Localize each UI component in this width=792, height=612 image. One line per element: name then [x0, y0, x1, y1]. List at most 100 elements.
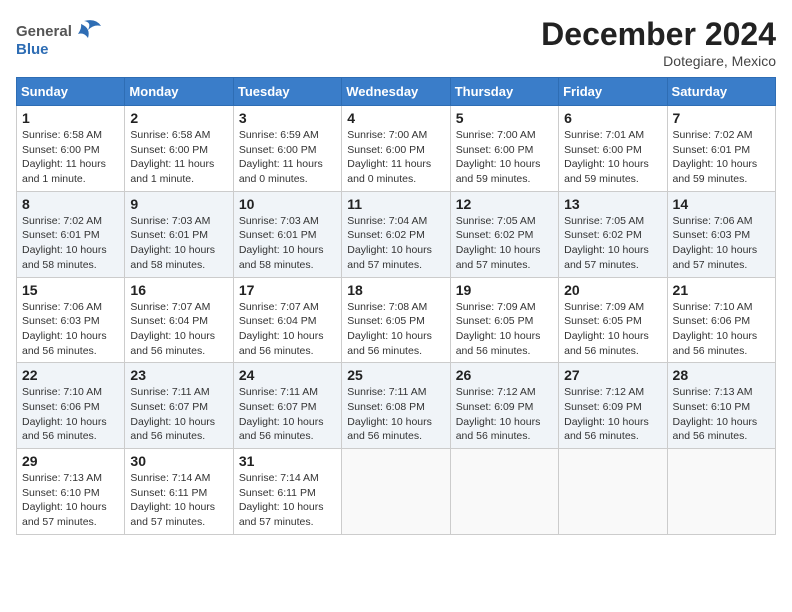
day-info: Sunrise: 7:12 AMSunset: 6:09 PMDaylight:… [456, 385, 553, 444]
calendar-day-cell: 7 Sunrise: 7:02 AMSunset: 6:01 PMDaylight… [667, 106, 775, 192]
day-info: Sunrise: 7:13 AMSunset: 6:10 PMDaylight:… [673, 385, 770, 444]
calendar-day-cell: 10Sunrise: 7:03 AMSunset: 6:01 PMDayligh… [233, 191, 341, 277]
day-info: Sunrise: 7:12 AMSunset: 6:09 PMDaylight:… [564, 385, 661, 444]
day-info: Sunrise: 7:13 AMSunset: 6:10 PMDaylight:… [22, 471, 119, 530]
day-info: Sunrise: 7:03 AMSunset: 6:01 PMDaylight:… [130, 214, 227, 273]
calendar-day-cell: 30 Sunrise: 7:14 AMSunset: 6:11 PMDayligh… [125, 449, 233, 535]
day-number: 30 [130, 453, 227, 469]
day-number: 12 [456, 196, 553, 212]
day-number: 21 [673, 282, 770, 298]
day-number: 23 [130, 367, 227, 383]
calendar-day-cell: 2Sunrise: 6:58 AMSunset: 6:00 PMDaylight… [125, 106, 233, 192]
calendar-day-cell: 3 Sunrise: 6:59 AMSunset: 6:00 PMDaylight… [233, 106, 341, 192]
calendar-day-cell: 17 Sunrise: 7:07 AMSunset: 6:04 PMDayligh… [233, 277, 341, 363]
day-number: 5 [456, 110, 553, 126]
calendar-week-row: 1 Sunrise: 6:58 AMSunset: 6:00 PMDaylight… [17, 106, 776, 192]
calendar-day-cell: 5Sunrise: 7:00 AMSunset: 6:00 PMDaylight… [450, 106, 558, 192]
day-info: Sunrise: 7:10 AMSunset: 6:06 PMDaylight:… [22, 385, 119, 444]
calendar-empty-cell [342, 449, 450, 535]
day-info: Sunrise: 7:07 AMSunset: 6:04 PMDaylight:… [130, 300, 227, 359]
day-of-week-header: Wednesday [342, 78, 450, 106]
calendar-day-cell: 27 Sunrise: 7:12 AMSunset: 6:09 PMDayligh… [559, 363, 667, 449]
day-info: Sunrise: 7:09 AMSunset: 6:05 PMDaylight:… [456, 300, 553, 359]
logo: General Blue [16, 16, 106, 66]
page-header: General Blue December 2024 Dotegiare, Me… [16, 16, 776, 69]
day-info: Sunrise: 7:05 AMSunset: 6:02 PMDaylight:… [564, 214, 661, 273]
calendar-week-row: 29 Sunrise: 7:13 AMSunset: 6:10 PMDayligh… [17, 449, 776, 535]
day-info: Sunrise: 7:14 AMSunset: 6:11 PMDaylight:… [130, 471, 227, 530]
day-info: Sunrise: 7:06 AMSunset: 6:03 PMDaylight:… [673, 214, 770, 273]
day-number: 4 [347, 110, 444, 126]
calendar-empty-cell [667, 449, 775, 535]
day-of-week-header: Thursday [450, 78, 558, 106]
day-number: 1 [22, 110, 119, 126]
calendar-day-cell: 15Sunrise: 7:06 AMSunset: 6:03 PMDayligh… [17, 277, 125, 363]
calendar-day-cell: 8Sunrise: 7:02 AMSunset: 6:01 PMDaylight… [17, 191, 125, 277]
title-area: December 2024 Dotegiare, Mexico [541, 16, 776, 69]
calendar-day-cell: 20Sunrise: 7:09 AMSunset: 6:05 PMDayligh… [559, 277, 667, 363]
calendar-day-cell: 24Sunrise: 7:11 AMSunset: 6:07 PMDayligh… [233, 363, 341, 449]
calendar-empty-cell [559, 449, 667, 535]
day-info: Sunrise: 7:05 AMSunset: 6:02 PMDaylight:… [456, 214, 553, 273]
day-number: 28 [673, 367, 770, 383]
day-number: 27 [564, 367, 661, 383]
day-number: 13 [564, 196, 661, 212]
day-info: Sunrise: 7:04 AMSunset: 6:02 PMDaylight:… [347, 214, 444, 273]
day-number: 14 [673, 196, 770, 212]
calendar-table: SundayMondayTuesdayWednesdayThursdayFrid… [16, 77, 776, 535]
calendar-day-cell: 29 Sunrise: 7:13 AMSunset: 6:10 PMDayligh… [17, 449, 125, 535]
day-of-week-header: Friday [559, 78, 667, 106]
day-number: 6 [564, 110, 661, 126]
day-info: Sunrise: 7:03 AMSunset: 6:01 PMDaylight:… [239, 214, 336, 273]
calendar-empty-cell [450, 449, 558, 535]
day-info: Sunrise: 7:10 AMSunset: 6:06 PMDaylight:… [673, 300, 770, 359]
day-number: 3 [239, 110, 336, 126]
calendar-day-cell: 16 Sunrise: 7:07 AMSunset: 6:04 PMDayligh… [125, 277, 233, 363]
day-number: 29 [22, 453, 119, 469]
day-number: 19 [456, 282, 553, 298]
calendar-day-cell: 28 Sunrise: 7:13 AMSunset: 6:10 PMDayligh… [667, 363, 775, 449]
day-number: 25 [347, 367, 444, 383]
day-number: 7 [673, 110, 770, 126]
day-info: Sunrise: 7:07 AMSunset: 6:04 PMDaylight:… [239, 300, 336, 359]
svg-text:Blue: Blue [16, 41, 49, 58]
calendar-day-cell: 1 Sunrise: 6:58 AMSunset: 6:00 PMDaylight… [17, 106, 125, 192]
calendar-day-cell: 23 Sunrise: 7:11 AMSunset: 6:07 PMDayligh… [125, 363, 233, 449]
calendar-week-row: 15Sunrise: 7:06 AMSunset: 6:03 PMDayligh… [17, 277, 776, 363]
calendar-header: SundayMondayTuesdayWednesdayThursdayFrid… [17, 78, 776, 106]
day-number: 22 [22, 367, 119, 383]
day-info: Sunrise: 6:59 AMSunset: 6:00 PMDaylight:… [239, 128, 336, 187]
month-title: December 2024 [541, 16, 776, 53]
day-number: 31 [239, 453, 336, 469]
day-info: Sunrise: 7:11 AMSunset: 6:07 PMDaylight:… [130, 385, 227, 444]
calendar-day-cell: 18Sunrise: 7:08 AMSunset: 6:05 PMDayligh… [342, 277, 450, 363]
calendar-day-cell: 22 Sunrise: 7:10 AMSunset: 6:06 PMDayligh… [17, 363, 125, 449]
day-info: Sunrise: 7:01 AMSunset: 6:00 PMDaylight:… [564, 128, 661, 187]
day-info: Sunrise: 6:58 AMSunset: 6:00 PMDaylight:… [130, 128, 227, 187]
calendar-day-cell: 11 Sunrise: 7:04 AMSunset: 6:02 PMDayligh… [342, 191, 450, 277]
day-number: 11 [347, 196, 444, 212]
day-of-week-header: Sunday [17, 78, 125, 106]
calendar-day-cell: 21 Sunrise: 7:10 AMSunset: 6:06 PMDayligh… [667, 277, 775, 363]
calendar-day-cell: 4Sunrise: 7:00 AMSunset: 6:00 PMDaylight… [342, 106, 450, 192]
calendar-day-cell: 25Sunrise: 7:11 AMSunset: 6:08 PMDayligh… [342, 363, 450, 449]
day-number: 9 [130, 196, 227, 212]
day-info: Sunrise: 7:08 AMSunset: 6:05 PMDaylight:… [347, 300, 444, 359]
day-info: Sunrise: 7:02 AMSunset: 6:01 PMDaylight:… [673, 128, 770, 187]
day-info: Sunrise: 7:02 AMSunset: 6:01 PMDaylight:… [22, 214, 119, 273]
day-of-week-header: Monday [125, 78, 233, 106]
day-number: 16 [130, 282, 227, 298]
day-info: Sunrise: 7:09 AMSunset: 6:05 PMDaylight:… [564, 300, 661, 359]
calendar-week-row: 22 Sunrise: 7:10 AMSunset: 6:06 PMDayligh… [17, 363, 776, 449]
day-number: 15 [22, 282, 119, 298]
calendar-day-cell: 31 Sunrise: 7:14 AMSunset: 6:11 PMDayligh… [233, 449, 341, 535]
day-info: Sunrise: 7:14 AMSunset: 6:11 PMDaylight:… [239, 471, 336, 530]
day-number: 24 [239, 367, 336, 383]
day-info: Sunrise: 6:58 AMSunset: 6:00 PMDaylight:… [22, 128, 119, 187]
day-number: 17 [239, 282, 336, 298]
day-of-week-header: Saturday [667, 78, 775, 106]
calendar-day-cell: 12 Sunrise: 7:05 AMSunset: 6:02 PMDayligh… [450, 191, 558, 277]
calendar-day-cell: 13 Sunrise: 7:05 AMSunset: 6:02 PMDayligh… [559, 191, 667, 277]
day-number: 26 [456, 367, 553, 383]
calendar-day-cell: 14 Sunrise: 7:06 AMSunset: 6:03 PMDayligh… [667, 191, 775, 277]
